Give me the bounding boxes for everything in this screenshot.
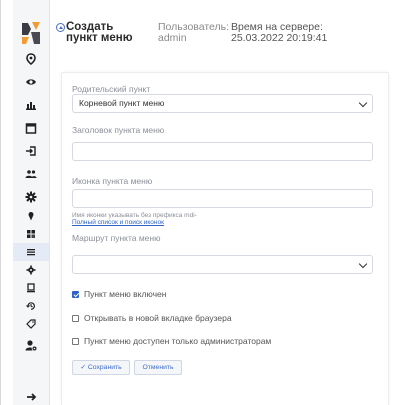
icon-hint: Имя иконки указывать без префикса mdi-: [72, 212, 197, 219]
eye-icon[interactable]: [13, 73, 49, 91]
user-settings-icon[interactable]: [13, 336, 49, 354]
page-header: Создать пункт меню Пользователь: admin В…: [56, 14, 395, 54]
login-icon[interactable]: [13, 142, 49, 160]
enabled-checkbox-row[interactable]: Пункт меню включен: [72, 289, 166, 299]
history-icon[interactable]: [13, 297, 49, 315]
icon-input[interactable]: [72, 189, 373, 208]
arrow-up-circle-icon: [56, 23, 65, 32]
enabled-label: Пункт меню включен: [84, 289, 167, 299]
server-time: 25.03.2022 20:19:41: [231, 32, 328, 44]
bar-chart-icon[interactable]: [13, 96, 49, 114]
new-tab-label: Открывать в новой вкладке браузера: [84, 313, 232, 323]
document-icon[interactable]: [13, 279, 49, 297]
calendar-icon[interactable]: [13, 119, 49, 137]
page-title: Создать пункт меню: [66, 21, 133, 44]
chevron-down-icon: [358, 98, 368, 108]
app-logo: [18, 20, 44, 46]
server-time-info: Время на сервере: 25.03.2022 20:19:41: [231, 22, 327, 44]
icon-hint-link-wrap: Полный список и поиск иконок: [72, 219, 164, 226]
menu-item-form: Родительский пункт Корневой пункт меню З…: [61, 72, 389, 405]
chevron-down-icon: [358, 259, 368, 269]
title-label: Заголовок пункта меню: [72, 125, 165, 135]
menu-lines-icon[interactable]: [13, 243, 49, 261]
save-button[interactable]: ✓ Сохранить: [72, 360, 130, 375]
route-select[interactable]: [72, 255, 373, 274]
admin-only-checkbox[interactable]: [72, 337, 79, 345]
admin-only-label: Пункт меню доступен только администратор…: [84, 336, 272, 346]
new-tab-checkbox[interactable]: [72, 314, 79, 322]
new-tab-checkbox-row[interactable]: Открывать в новой вкладке браузера: [72, 313, 232, 323]
users-icon[interactable]: [13, 165, 49, 183]
cancel-button[interactable]: Отменить: [134, 360, 182, 375]
enabled-checkbox[interactable]: [72, 290, 79, 298]
user-name: admin: [158, 32, 187, 44]
gear-icon[interactable]: [13, 188, 49, 206]
map-pin-icon[interactable]: [13, 50, 49, 68]
icon-label: Иконка пункта меню: [72, 176, 153, 186]
pin-icon[interactable]: [13, 207, 49, 225]
app-window: Создать пункт меню Пользователь: admin В…: [0, 0, 395, 405]
admin-only-checkbox-row[interactable]: Пункт меню доступен только администратор…: [72, 336, 271, 346]
parent-label: Родительский пункт: [72, 84, 151, 94]
route-label: Маршрут пункта меню: [72, 233, 161, 243]
tag-icon[interactable]: [13, 315, 49, 333]
user-info: Пользователь: admin: [158, 22, 229, 44]
cog-small-icon[interactable]: [13, 261, 49, 279]
title-input[interactable]: [72, 142, 373, 161]
grid-icon[interactable]: [13, 225, 49, 243]
sidebar: [13, 0, 50, 405]
icon-list-link[interactable]: Полный список и поиск иконок: [72, 219, 164, 226]
parent-select-value: Корневой пункт меню: [79, 98, 165, 108]
arrow-icon[interactable]: [13, 388, 49, 405]
parent-select[interactable]: Корневой пункт меню: [72, 94, 373, 113]
window-border: [0, 0, 1, 405]
